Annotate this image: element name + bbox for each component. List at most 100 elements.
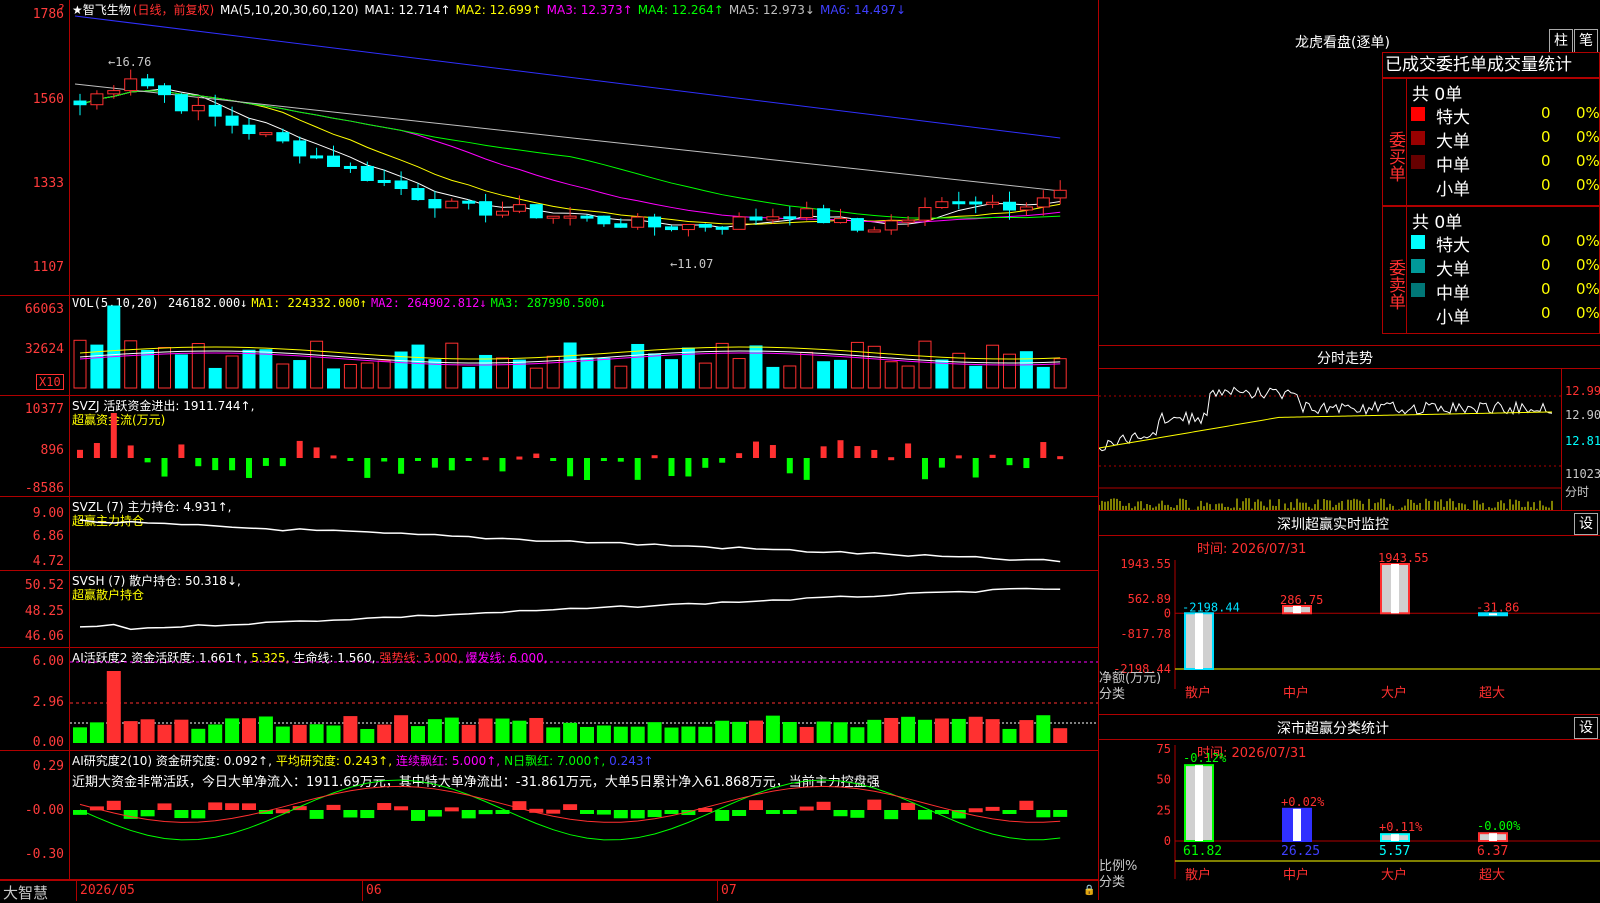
activity-bar xyxy=(546,727,561,743)
activity-bar xyxy=(833,722,848,743)
activity-bar xyxy=(157,724,172,743)
candle-body xyxy=(681,223,695,231)
volume-bar xyxy=(208,367,222,389)
research-bar xyxy=(546,809,561,814)
ratio-value-label: 26.25 xyxy=(1281,844,1320,859)
candle-body xyxy=(648,216,662,228)
column-view-button[interactable]: 柱 xyxy=(1549,29,1573,53)
candle-body xyxy=(1036,197,1050,208)
volume-bar xyxy=(73,339,87,389)
research-bar xyxy=(394,806,409,811)
activity-bar xyxy=(495,718,510,743)
change-label: -0.12% xyxy=(1183,751,1227,765)
bar-value-label: 1943.55 xyxy=(1378,551,1429,565)
lock-icon[interactable]: 🔒 xyxy=(1083,885,1095,896)
ai-active-chart[interactable] xyxy=(70,648,1098,751)
sell-label: 委卖单 xyxy=(1383,207,1407,333)
research-bar xyxy=(613,810,628,819)
activity-bar xyxy=(225,718,240,743)
x-category-label: 散户 xyxy=(1185,685,1211,701)
research-bar xyxy=(157,803,172,810)
volume-bar xyxy=(580,357,594,389)
activity-bar xyxy=(73,727,87,743)
activity-bar xyxy=(326,725,341,743)
flow-bar xyxy=(972,458,979,478)
ratio-value-label: 6.37 xyxy=(1477,844,1508,859)
svzl-chart[interactable] xyxy=(70,497,1098,571)
volume-panel[interactable]: 66063 32624 X10 VOL(5,10,20) 246182.000↓… xyxy=(0,296,1098,396)
color-swatch xyxy=(1411,235,1425,249)
activity-bar xyxy=(918,719,932,743)
candle-body xyxy=(952,201,966,205)
research-bar xyxy=(360,810,375,819)
svsh-chart[interactable] xyxy=(70,571,1098,648)
ai-research-chart[interactable] xyxy=(70,751,1098,880)
order-count: 0 xyxy=(1541,280,1551,298)
research-bar xyxy=(174,810,189,819)
color-swatch xyxy=(1411,131,1425,145)
activity-bar xyxy=(765,715,780,743)
research-bar xyxy=(833,810,848,817)
order-row: 特大 0 0% xyxy=(1411,103,1600,128)
activity-bar xyxy=(867,719,882,743)
activity-bar xyxy=(360,728,375,743)
svzl-panel[interactable]: 9.00 6.86 4.72 SVZL (7) 主力持仓: 4.931↑, 超赢… xyxy=(0,497,1098,571)
y-tick-label: 562.89 xyxy=(1128,592,1171,606)
ai-active-panel[interactable]: 6.00 2.96 0.00 AI活跃度2 资金活跃度: 1.661↑, 5.32… xyxy=(0,648,1098,751)
volume-bar xyxy=(529,367,543,389)
activity-bar xyxy=(985,719,1000,743)
ratio-bar-highlight xyxy=(1293,808,1301,841)
y-tick-label: 0 xyxy=(1164,834,1171,848)
candlestick-chart[interactable] xyxy=(70,0,1098,296)
flow-bar xyxy=(195,458,202,467)
candle-body xyxy=(462,200,476,204)
candle-body xyxy=(73,100,87,106)
activity-bar xyxy=(512,720,527,743)
volume-chart[interactable] xyxy=(70,296,1098,396)
svsh-panel[interactable]: 50.52 48.25 46.06 SVSH (7) 散户持仓: 50.318↓… xyxy=(0,571,1098,648)
activity-bar xyxy=(529,717,544,743)
research-bar xyxy=(377,803,392,810)
intraday-chart[interactable] xyxy=(1099,368,1561,511)
x-category-label: 散户 xyxy=(1185,867,1211,883)
buy-total: 共 0单 xyxy=(1412,85,1463,105)
order-count: 0 xyxy=(1541,104,1551,122)
svzj-chart[interactable] xyxy=(70,396,1098,497)
x-category-label: 超大 xyxy=(1479,686,1505,701)
candle-body xyxy=(935,201,949,209)
activity-bar xyxy=(275,726,290,743)
date-tick: 06 xyxy=(366,883,382,898)
ratio-bar-highlight xyxy=(1195,765,1203,841)
intraday-panel[interactable]: 分时走势 12.99 12.90 12.81 11023 分时 xyxy=(1099,345,1600,511)
flow-bar xyxy=(651,455,658,459)
activity-bar xyxy=(850,727,865,743)
research-bar xyxy=(867,799,882,810)
price-panel[interactable]: 1786 1560 1333 1107 ? ★智飞生物 (日线，前复权) MA(5… xyxy=(0,0,1098,296)
candle-body xyxy=(715,226,729,230)
order-row: 中单 0 0% xyxy=(1411,151,1600,176)
volume-bar xyxy=(901,365,915,389)
svzl-y-label: 6.86 xyxy=(32,529,64,544)
order-pct: 0% xyxy=(1576,176,1600,194)
flow-bar xyxy=(144,458,151,463)
corner-mark: ? xyxy=(58,2,65,15)
intraday-title: 分时走势 xyxy=(1317,351,1373,367)
activity-bar xyxy=(664,727,679,743)
volume-bar xyxy=(174,354,188,389)
activity-bar xyxy=(698,726,713,743)
candle-body xyxy=(496,210,509,216)
activity-bar xyxy=(1053,728,1068,743)
tick-view-button[interactable]: 笔 xyxy=(1574,29,1598,53)
ai-research-panel[interactable]: 0.29 -0.00 -0.30 AI研究度2(10) 资金研究度: 0.092… xyxy=(0,751,1098,880)
intraday-vol-sub: 分时 xyxy=(1565,485,1590,499)
flow-bar xyxy=(212,458,219,471)
activity-bar xyxy=(630,726,645,743)
avg-line xyxy=(1099,411,1553,449)
research-bar xyxy=(478,810,493,815)
candle-body xyxy=(259,132,273,136)
svzj-panel[interactable]: 10377 896 -8586 SVZJ 活跃资金进出: 1911.744↑, … xyxy=(0,396,1098,497)
activity-bar xyxy=(309,724,324,743)
volume-bar xyxy=(1019,351,1033,389)
order-pct: 0% xyxy=(1576,304,1600,322)
y-tick-label: 50 xyxy=(1157,773,1171,787)
